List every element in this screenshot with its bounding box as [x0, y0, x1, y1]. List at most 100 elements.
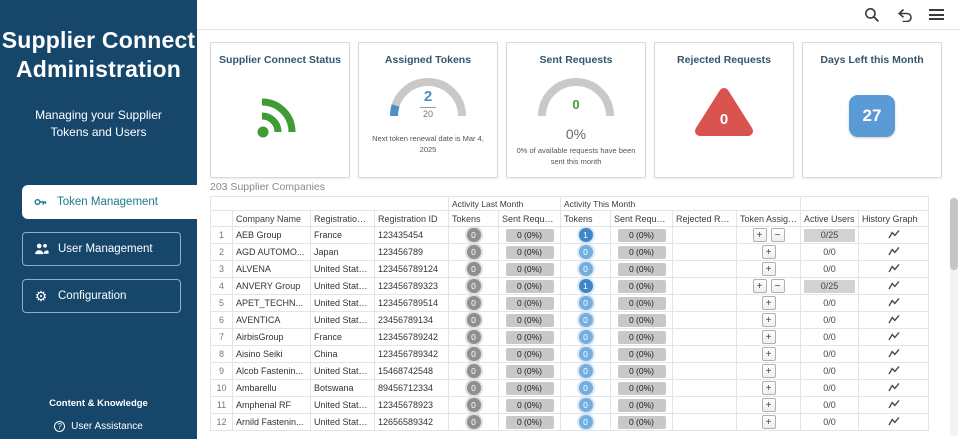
- sent-requests-chip: 0 (0%): [505, 364, 554, 378]
- add-token-button[interactable]: +: [761, 347, 776, 361]
- tokens-last-month-cell: 0: [448, 277, 499, 295]
- card-note: 0% of available requests have been sent …: [516, 146, 636, 166]
- rejected-requests-cell: [672, 260, 737, 278]
- table-row: 11 Amphenal RF United States ... 1234567892…: [210, 396, 930, 414]
- history-graph-icon: [887, 263, 900, 273]
- company-name-cell: AirbisGroup: [232, 328, 311, 346]
- col-company-name: Company Name: [232, 210, 311, 227]
- history-graph-icon: [887, 416, 900, 426]
- sidebar-item-user-management[interactable]: User Management: [22, 231, 181, 266]
- tokens-badge: 0: [578, 313, 593, 327]
- history-graph-button[interactable]: [887, 331, 900, 341]
- sent-requests-chip: 0 (0%): [505, 398, 554, 412]
- sent-requests-chip: 0 (0%): [617, 330, 666, 344]
- user-assistance-link[interactable]: User Assistance: [0, 421, 197, 432]
- history-graph-button[interactable]: [887, 399, 900, 409]
- table-scrollbar[interactable]: [950, 197, 958, 436]
- registration-location-cell: France: [310, 226, 375, 244]
- add-token-button[interactable]: +: [761, 296, 776, 310]
- tokens-badge: 0: [466, 313, 481, 327]
- sent-requests-chip: 0 (0%): [617, 347, 666, 361]
- undo-icon[interactable]: [896, 8, 913, 22]
- row-number: 3: [210, 260, 233, 278]
- tokens-this-month-cell: 0: [560, 260, 611, 278]
- company-name-cell: Amphenal RF: [232, 396, 311, 414]
- history-graph-cell: [858, 362, 930, 380]
- active-users-value: 0/0: [823, 264, 836, 274]
- history-graph-button[interactable]: [887, 416, 900, 426]
- history-graph-button[interactable]: [887, 263, 900, 273]
- gear-icon: [33, 289, 49, 303]
- add-token-button[interactable]: +: [761, 330, 776, 344]
- history-graph-button[interactable]: [887, 297, 900, 307]
- search-icon[interactable]: [864, 7, 880, 23]
- add-token-button[interactable]: +: [761, 313, 776, 327]
- sidebar-item-configuration[interactable]: Configuration: [22, 278, 181, 313]
- history-graph-button[interactable]: [887, 280, 900, 290]
- sent-requests-chip: 0 (0%): [617, 313, 666, 327]
- days-left-value: 27: [849, 95, 895, 138]
- app-title: Supplier Connect Administration: [1, 27, 196, 82]
- registration-location-cell: United States ...: [310, 260, 375, 278]
- sent-requests-last-month-cell: 0 (0%): [498, 226, 561, 244]
- sent-requests-this-month-cell: 0 (0%): [610, 328, 673, 346]
- add-token-button[interactable]: +: [752, 279, 767, 293]
- sent-requests-last-month-cell: 0 (0%): [498, 379, 561, 397]
- active-users-value: 0/0: [823, 400, 836, 410]
- company-name-cell: ANVERY Group: [232, 277, 311, 295]
- history-graph-button[interactable]: [887, 382, 900, 392]
- history-graph-icon: [887, 314, 900, 324]
- group-header-row: Activity Last Month Activity This Month: [210, 196, 930, 211]
- tokens-badge: 0: [466, 262, 481, 276]
- scrollbar-thumb[interactable]: [950, 198, 958, 270]
- sidebar-item-label: Token Management: [57, 195, 159, 208]
- active-users-value: 0/0: [823, 298, 836, 308]
- sent-requests-last-month-cell: 0 (0%): [498, 345, 561, 363]
- tokens-badge: 0: [466, 398, 481, 412]
- card-rejected-requests: Rejected Requests 0: [654, 42, 794, 178]
- footer-section-title: Content & Knowledge: [49, 398, 148, 409]
- add-token-button[interactable]: +: [761, 415, 776, 429]
- add-token-button[interactable]: +: [752, 228, 767, 242]
- history-graph-icon: [887, 365, 900, 375]
- company-name-cell: Aisino Seiki: [232, 345, 311, 363]
- row-number: 7: [210, 328, 233, 346]
- sent-requests-chip: 0 (0%): [505, 415, 554, 429]
- history-graph-cell: [858, 311, 930, 329]
- registration-id-cell: 15468742548: [374, 362, 449, 380]
- tokens-badge: 0: [578, 381, 593, 395]
- add-token-button[interactable]: +: [761, 262, 776, 276]
- sent-requests-chip: 0 (0%): [617, 381, 666, 395]
- col-tokens-this: Tokens: [560, 210, 611, 227]
- rejected-requests-cell: [672, 345, 737, 363]
- tokens-last-month-cell: 0: [448, 243, 499, 261]
- add-token-button[interactable]: +: [761, 364, 776, 378]
- app-subtitle: Managing your Supplier Tokens and Users: [35, 108, 162, 139]
- history-graph-cell: [858, 328, 930, 346]
- group-empty: [210, 196, 449, 211]
- registration-id-cell: 123456789242: [374, 328, 449, 346]
- signal-status-icon: [254, 91, 306, 146]
- token-assignment-cell: +: [735, 396, 802, 414]
- history-graph-button[interactable]: [887, 314, 900, 324]
- history-graph-button[interactable]: [887, 229, 900, 239]
- assigned-tokens-max: 20: [422, 108, 433, 119]
- sidebar-item-token-management[interactable]: Token Management: [22, 184, 197, 219]
- sidebar-footer: Content & Knowledge User Assistance: [0, 398, 197, 439]
- sent-requests-this-month-cell: 0 (0%): [610, 260, 673, 278]
- add-token-button[interactable]: +: [761, 245, 776, 259]
- col-history-graph: History Graph: [858, 210, 930, 227]
- remove-token-button[interactable]: −: [770, 279, 785, 293]
- sent-requests-this-month-cell: 0 (0%): [610, 362, 673, 380]
- history-graph-button[interactable]: [887, 348, 900, 358]
- add-token-button[interactable]: +: [761, 398, 776, 412]
- remove-token-button[interactable]: −: [770, 228, 785, 242]
- card-sent-requests: Sent Requests 0 0% 0% of available reque…: [506, 42, 646, 178]
- menu-icon[interactable]: [929, 9, 944, 20]
- history-graph-button[interactable]: [887, 246, 900, 256]
- history-graph-cell: [858, 345, 930, 363]
- history-graph-button[interactable]: [887, 365, 900, 375]
- card-title: Rejected Requests: [677, 54, 771, 66]
- add-token-button[interactable]: +: [761, 381, 776, 395]
- active-users-value: 0/25: [804, 228, 856, 242]
